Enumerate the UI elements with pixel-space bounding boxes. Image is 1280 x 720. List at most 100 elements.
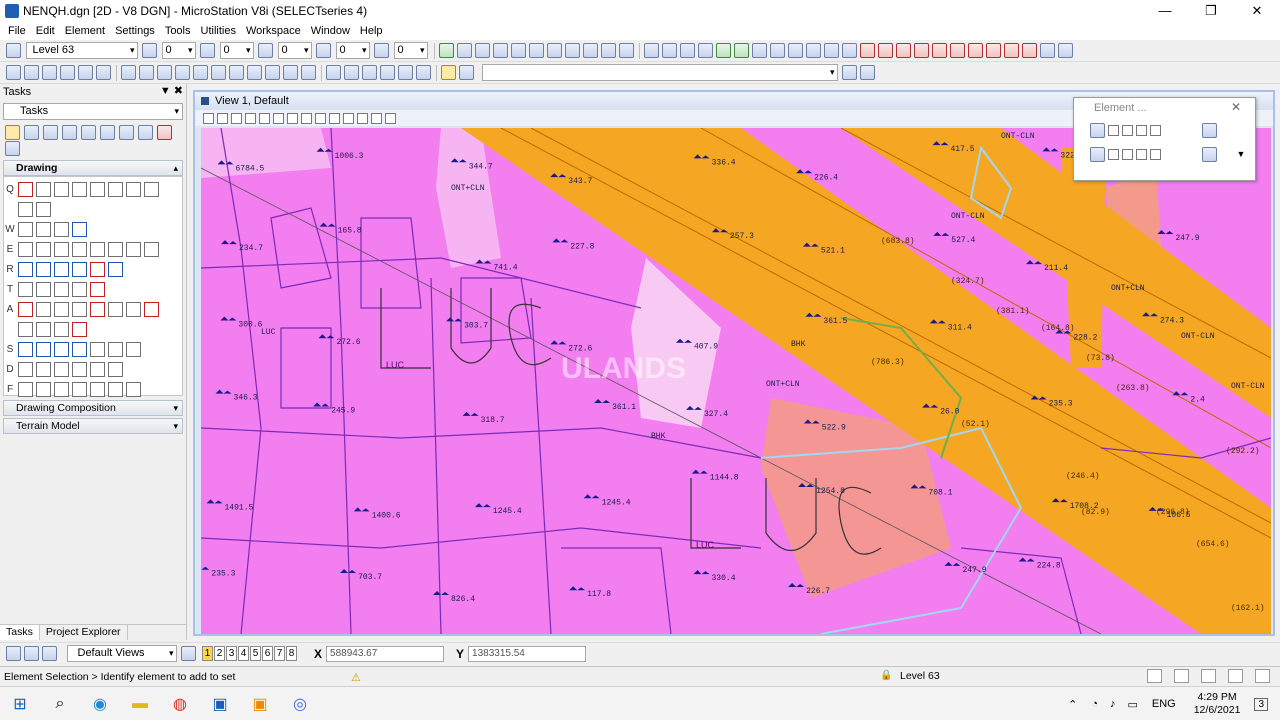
update-view-icon[interactable]: [230, 112, 242, 124]
element-selection-tool-icon[interactable]: [1089, 122, 1105, 138]
add-selection-icon[interactable]: [1107, 148, 1119, 160]
display-style-icon[interactable]: [216, 112, 228, 124]
view-attributes-icon[interactable]: [202, 112, 214, 124]
place-stream-icon[interactable]: [89, 181, 105, 197]
models-icon[interactable]: [493, 43, 508, 58]
clip-mask-icon[interactable]: [384, 112, 396, 124]
network-icon[interactable]: ◔: [1091, 698, 1098, 710]
delete-element-icon[interactable]: [156, 125, 172, 140]
extend-line-icon[interactable]: [53, 381, 69, 397]
transparency-icon[interactable]: [316, 43, 331, 58]
close-button[interactable]: ✕: [1234, 0, 1280, 22]
place-line-tool-icon[interactable]: [35, 181, 51, 197]
place-cell-icon[interactable]: [17, 281, 33, 297]
fence-copy-icon[interactable]: [950, 43, 965, 58]
previous-view-icon[interactable]: [6, 646, 21, 661]
place-cylinder-icon[interactable]: [107, 361, 123, 377]
expand-icon[interactable]: ▾: [173, 403, 178, 414]
show-pattern-icon[interactable]: [107, 261, 123, 277]
trim-element-icon[interactable]: [71, 381, 87, 397]
dimension-label-icon[interactable]: [107, 341, 123, 357]
place-point-icon[interactable]: [6, 65, 21, 80]
zoom-out-icon[interactable]: [258, 112, 270, 124]
menu-help[interactable]: Help: [360, 25, 383, 37]
selection-options-icon[interactable]: [1202, 122, 1217, 138]
raster-icon[interactable]: [475, 43, 490, 58]
fence-move-icon[interactable]: [968, 43, 983, 58]
place-freeform-icon[interactable]: [143, 181, 159, 197]
key-in-browser-icon[interactable]: [860, 65, 875, 80]
view-next-icon[interactable]: [342, 112, 354, 124]
selection-box-icon[interactable]: [459, 65, 474, 80]
task-tool-icon[interactable]: [118, 125, 134, 140]
mirror-icon[interactable]: [211, 65, 226, 80]
design-file-status-icon[interactable]: [1147, 669, 1162, 683]
place-smartline-icon[interactable]: [17, 181, 33, 197]
clip-volume-icon[interactable]: [370, 112, 382, 124]
status-level[interactable]: Level 63: [900, 670, 940, 682]
menu-settings[interactable]: Settings: [115, 25, 155, 37]
display-text-icon[interactable]: [143, 301, 159, 317]
line-weight-combo[interactable]: 0: [277, 42, 312, 59]
define-cell-icon[interactable]: [35, 281, 51, 297]
increment-text-icon[interactable]: [107, 301, 123, 317]
view-button-1[interactable]: 1: [202, 646, 213, 661]
place-half-ellipse-icon[interactable]: [71, 241, 87, 257]
minimize-button[interactable]: —: [1142, 0, 1188, 22]
rotate-icon[interactable]: [157, 65, 172, 80]
orange-app-icon[interactable]: ▣: [240, 687, 280, 720]
color-combo[interactable]: 0: [161, 42, 196, 59]
fit-view-icon[interactable]: [286, 112, 298, 124]
view-groups-combo[interactable]: Default Views: [66, 645, 177, 662]
place-shape-tool-icon[interactable]: [35, 221, 51, 237]
view-button-3[interactable]: 3: [226, 646, 237, 661]
fence-stretch-icon[interactable]: [914, 43, 929, 58]
scale-icon[interactable]: [175, 65, 190, 80]
place-text-icon[interactable]: [17, 301, 33, 317]
transparency-combo[interactable]: 0: [335, 42, 370, 59]
extend-icon[interactable]: [283, 65, 298, 80]
layers-icon[interactable]: [752, 43, 767, 58]
tab-project-explorer[interactable]: Project Explorer: [40, 625, 128, 640]
measure-angle-icon[interactable]: [344, 65, 359, 80]
modify-arc-angle-icon[interactable]: [143, 241, 159, 257]
level-display-icon[interactable]: [644, 43, 659, 58]
battery-icon[interactable]: ▭: [1127, 698, 1137, 711]
project-icon[interactable]: [511, 43, 526, 58]
start-icon[interactable]: ⊞: [0, 687, 40, 720]
dimension-linear-icon[interactable]: [35, 341, 51, 357]
text-node-icon[interactable]: [71, 321, 87, 337]
selection-arrow-icon[interactable]: [441, 65, 456, 80]
clear-selection-icon[interactable]: [1149, 148, 1161, 160]
clock[interactable]: 4:29 PM 12/6/2021: [1194, 691, 1241, 717]
input-language[interactable]: ENG: [1152, 698, 1176, 710]
construct-angle-icon[interactable]: [35, 201, 51, 217]
x-coordinate-field[interactable]: 588943.67: [326, 645, 445, 662]
place-arrow-icon[interactable]: [35, 361, 51, 377]
array-icon[interactable]: [193, 65, 208, 80]
place-polygon-icon[interactable]: [53, 221, 69, 237]
copy-text-icon[interactable]: [89, 301, 105, 317]
view-button-4[interactable]: 4: [238, 646, 249, 661]
subtract-selection-icon[interactable]: [1121, 148, 1133, 160]
line-style-combo[interactable]: 0: [219, 42, 254, 59]
place-curve-icon[interactable]: [107, 181, 123, 197]
cells-icon[interactable]: [716, 43, 731, 58]
place-slope-icon[interactable]: [53, 361, 69, 377]
tab-tasks[interactable]: Tasks: [0, 625, 40, 640]
delete-icon[interactable]: [860, 43, 875, 58]
place-line-icon[interactable]: [24, 65, 39, 80]
place-quarter-ellipse-icon[interactable]: [89, 241, 105, 257]
camera-icon[interactable]: [565, 43, 580, 58]
print-icon[interactable]: [619, 43, 634, 58]
task-tool-icon[interactable]: [99, 125, 115, 140]
view-previous-icon[interactable]: [328, 112, 340, 124]
shape-mode-icon[interactable]: [1121, 124, 1133, 136]
active-level-combo[interactable]: Level 63: [25, 42, 138, 59]
fence-scale-icon[interactable]: [1004, 43, 1019, 58]
dimension-radial-icon[interactable]: [71, 341, 87, 357]
saved-views-icon[interactable]: [547, 43, 562, 58]
rotate-view-icon[interactable]: [300, 112, 312, 124]
view-button-6[interactable]: 6: [262, 646, 273, 661]
fence-delete-icon[interactable]: [932, 43, 947, 58]
